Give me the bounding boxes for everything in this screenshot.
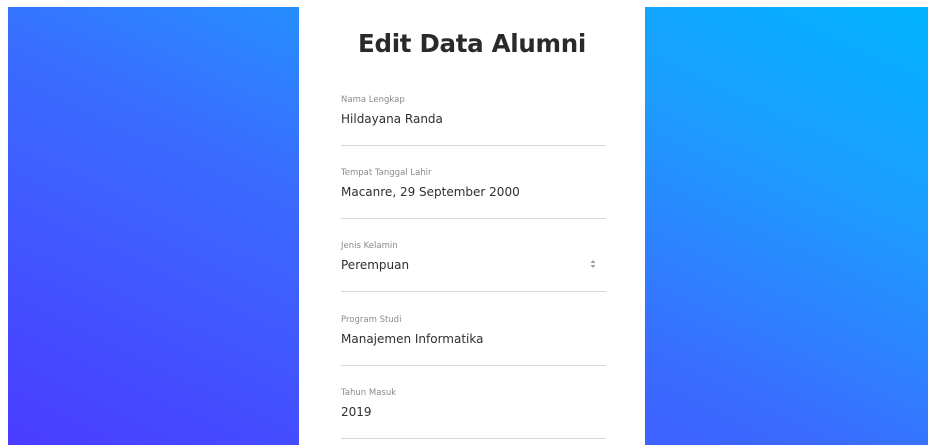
tahun-masuk-field[interactable]: Tahun Masuk 2019 [341,388,606,439]
program-studi-field[interactable]: Program Studi Manajemen Informatika [341,315,606,366]
nama-lengkap-label: Nama Lengkap [341,95,405,105]
form-title: Edit Data Alumni [358,29,586,58]
gradient-background: Edit Data Alumni Nama Lengkap Hildayana … [8,7,928,445]
tempat-tanggal-lahir-field[interactable]: Tempat Tanggal Lahir Macanre, 29 Septemb… [341,168,606,219]
tahun-masuk-input[interactable]: 2019 [341,405,372,419]
jenis-kelamin-select[interactable]: Perempuan [341,258,409,272]
tahun-masuk-label: Tahun Masuk [341,388,397,398]
select-arrows-icon[interactable] [590,259,596,269]
tempat-tanggal-lahir-label: Tempat Tanggal Lahir [341,168,432,178]
jenis-kelamin-label: Jenis Kelamin [341,241,398,251]
jenis-kelamin-field[interactable]: Jenis Kelamin Perempuan [341,241,606,292]
nama-lengkap-field[interactable]: Nama Lengkap Hildayana Randa [341,95,606,146]
program-studi-label: Program Studi [341,315,402,325]
tempat-tanggal-lahir-input[interactable]: Macanre, 29 September 2000 [341,185,520,199]
edit-alumni-form: Edit Data Alumni Nama Lengkap Hildayana … [299,7,645,445]
nama-lengkap-input[interactable]: Hildayana Randa [341,112,443,126]
program-studi-input[interactable]: Manajemen Informatika [341,332,483,346]
